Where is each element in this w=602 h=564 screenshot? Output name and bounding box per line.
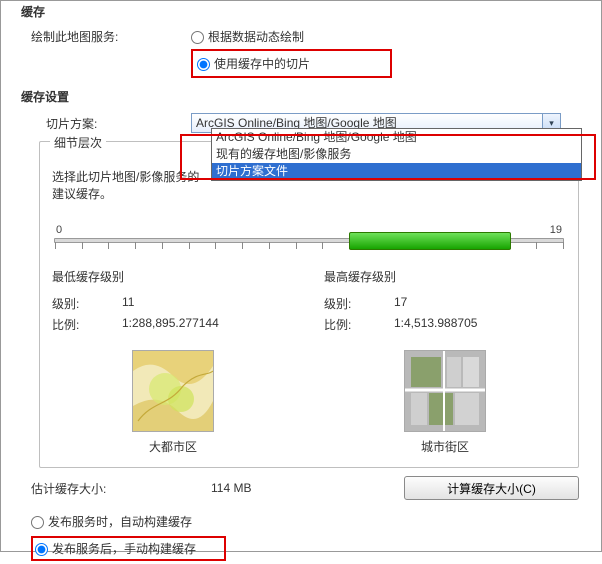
dropdown-option[interactable]: ArcGIS Online/Bing 地图/Google 地图	[212, 129, 581, 146]
calc-cache-button[interactable]: 计算缓存大小(C)	[404, 476, 579, 500]
tiling-scheme-label: 切片方案:	[1, 115, 191, 132]
slider-min-label: 0	[56, 224, 62, 236]
min-scale-value: 1:288,895.277144	[122, 316, 219, 333]
detail-levels-panel: 细节层次 选择此切片地图/影像服务的建议缓存。 0 19 最低缓存级别 级别:1…	[39, 141, 579, 468]
radio-cached[interactable]: 使用缓存中的切片	[197, 55, 310, 72]
max-scale-value: 1:4,513.988705	[394, 316, 477, 333]
cache-settings-panel: 缓存 绘制此地图服务: 根据数据动态绘制 使用缓存中的切片 缓存设置 切片方案:…	[0, 0, 602, 552]
level-slider[interactable]: 0 19	[54, 224, 564, 243]
slider-max-label: 19	[550, 224, 562, 236]
max-cache-column: 最高缓存级别 级别:17 比例:1:4,513.988705	[324, 268, 566, 335]
radio-cached-highlight: 使用缓存中的切片	[191, 49, 392, 78]
detail-help: 选择此切片地图/影像服务的建议缓存。	[52, 168, 207, 202]
max-thumbnail-label: 城市街区	[421, 438, 469, 455]
manual-build-highlight: 发布服务后，手动构建缓存	[31, 536, 226, 561]
est-size-label: 估计缓存大小:	[31, 480, 211, 497]
radio-auto-build[interactable]: 发布服务时，自动构建缓存	[31, 513, 192, 530]
dropdown-option-selected[interactable]: 切片方案文件	[212, 163, 581, 180]
detail-legend: 细节层次	[50, 134, 106, 151]
max-level-value: 17	[394, 295, 407, 312]
tiling-scheme-dropdown[interactable]: ArcGIS Online/Bing 地图/Google 地图 现有的缓存地图/…	[211, 128, 582, 181]
min-level-value: 11	[122, 295, 134, 312]
min-cache-column: 最低缓存级别 级别:11 比例:1:288,895.277144	[52, 268, 294, 335]
min-thumbnail	[132, 350, 214, 432]
dropdown-option[interactable]: 现有的缓存地图/影像服务	[212, 146, 581, 163]
radio-dynamic[interactable]: 根据数据动态绘制	[191, 28, 304, 45]
cache-header: 缓存	[1, 1, 601, 26]
est-size-value: 114 MB	[211, 481, 331, 495]
radio-manual-build[interactable]: 发布服务后，手动构建缓存	[35, 540, 196, 557]
min-thumbnail-label: 大都市区	[149, 438, 197, 455]
draw-service-label: 绘制此地图服务:	[1, 28, 191, 45]
max-thumbnail	[404, 350, 486, 432]
cache-settings-header: 缓存设置	[1, 86, 601, 111]
